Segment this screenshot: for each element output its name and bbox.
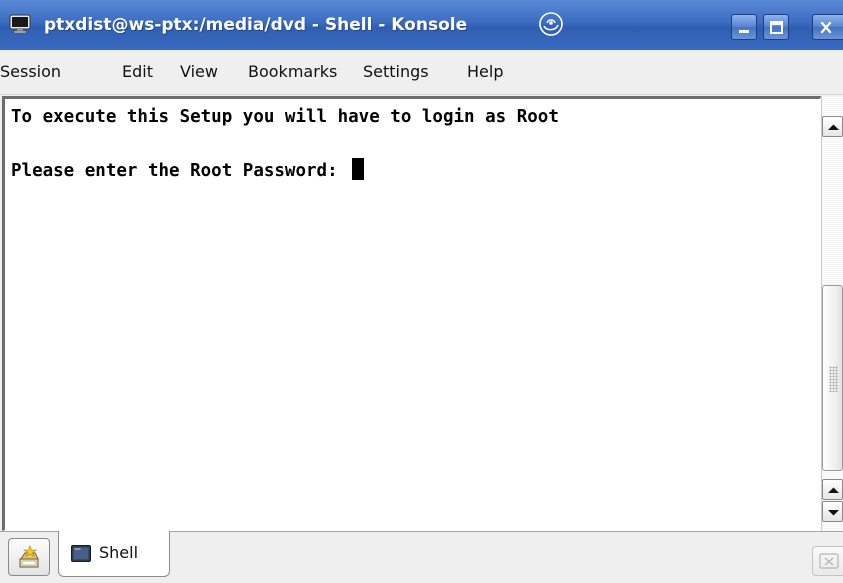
maximize-icon [770,21,783,34]
scroll-up-button[interactable] [822,116,843,137]
menu-bookmarks[interactable]: Bookmarks [248,50,337,94]
menu-view[interactable]: View [180,50,218,94]
konsole-monitor-icon[interactable] [8,12,32,36]
arrow-up-icon [828,487,839,493]
scrollbar-thumb[interactable] [822,285,843,471]
menu-edit[interactable]: Edit [122,50,153,94]
terminal-prompt-line: Please enter the Root Password: [11,158,365,184]
close-window-button[interactable] [812,14,843,40]
konsole-window: ptxdist@ws-ptx:/media/dvd - Shell - Kons… [0,0,843,583]
tab-shell[interactable]: Shell [58,531,170,577]
window-title: ptxdist@ws-ptx:/media/dvd - Shell - Kons… [44,15,468,35]
tab-shell-label: Shell [99,543,139,562]
terminal-line: To execute this Setup you will have to l… [11,107,559,127]
new-session-button[interactable] [8,538,50,576]
menu-bar: Session Edit View Bookmarks Settings Hel… [0,50,843,95]
menu-settings[interactable]: Settings [363,50,429,94]
menu-session[interactable]: Session [0,50,61,94]
arrow-down-icon [828,510,839,516]
text-cursor [352,158,365,180]
arrow-up-icon [828,124,839,130]
maximize-button[interactable] [763,14,789,40]
close-session-button[interactable] [812,546,843,576]
scroll-down-button[interactable] [822,501,843,522]
password-prompt: Please enter the Root Password: [11,161,349,181]
terminal-scrollbar[interactable] [821,96,843,531]
menu-help[interactable]: Help [467,50,503,94]
terminal-output[interactable]: To execute this Setup you will have to l… [5,99,820,530]
close-icon [820,21,832,34]
minimize-icon [739,30,749,33]
session-tab-bar: Shell [0,531,843,583]
minimize-button[interactable] [731,14,757,40]
close-session-icon [819,553,839,569]
suse-swirl-icon [539,12,563,36]
title-bar[interactable]: ptxdist@ws-ptx:/media/dvd - Shell - Kons… [0,0,843,50]
terminal-frame: To execute this Setup you will have to l… [2,96,821,531]
scroll-up-button-lower[interactable] [822,479,843,500]
terminal-icon [71,545,91,562]
grip-dots-icon [829,366,838,392]
new-session-icon [19,545,39,568]
